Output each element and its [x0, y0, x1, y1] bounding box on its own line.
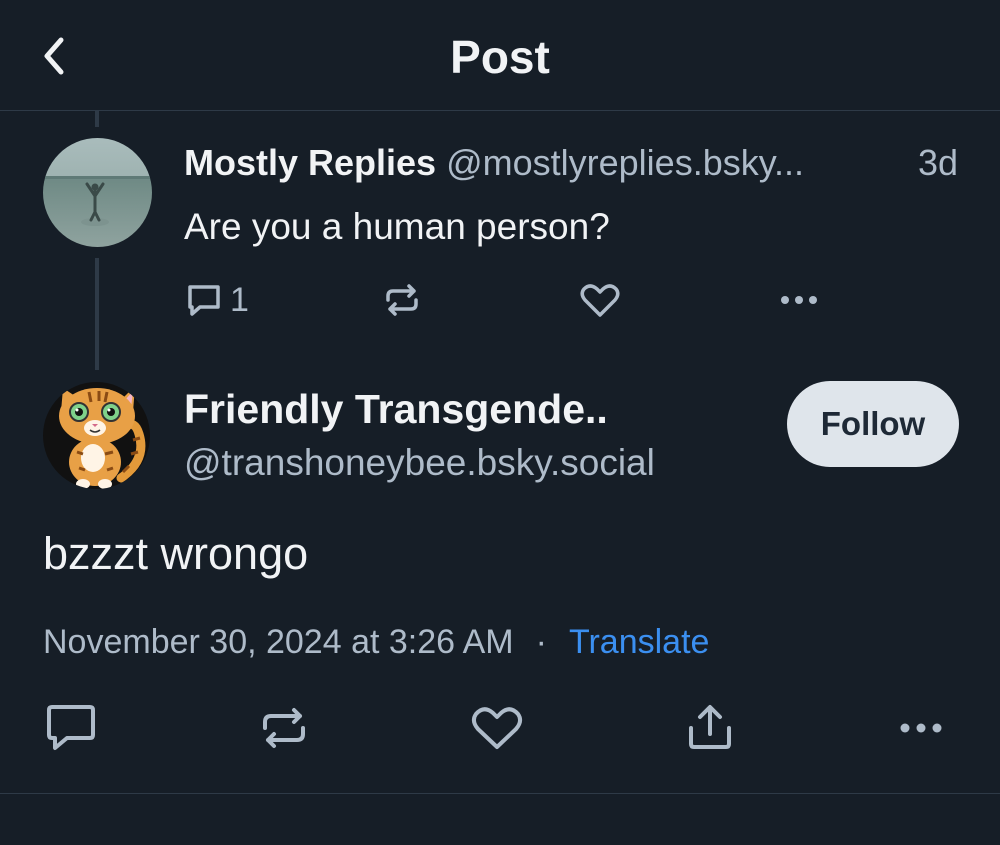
parent-like-button[interactable]: [579, 280, 621, 320]
parent-time[interactable]: 3d: [909, 140, 958, 186]
repost-icon: [263, 708, 305, 748]
page-title: Post: [450, 31, 550, 83]
more-horizontal-icon: [781, 296, 817, 304]
heart-icon: [471, 707, 523, 749]
post-timestamp: November 30, 2024 at 3:26 AM: [43, 623, 514, 661]
parent-repost-button[interactable]: [382, 280, 422, 320]
header-bar: Post: [0, 0, 1000, 111]
parent-more-button[interactable]: [774, 280, 824, 320]
post-text: bzzzt wrongo: [43, 528, 309, 579]
bottom-divider: [0, 793, 1000, 794]
parent-post-header: Mostly Replies @mostlyreplies.bsky... 3d: [184, 140, 974, 186]
comment-icon: [47, 705, 95, 750]
like-button[interactable]: [470, 704, 524, 752]
repost-button[interactable]: [258, 704, 310, 752]
post-meta: November 30, 2024 at 3:26 AM · Translate: [43, 620, 709, 664]
author-avatar[interactable]: [43, 382, 150, 489]
reply-button[interactable]: [45, 704, 97, 752]
parent-avatar[interactable]: [43, 138, 152, 247]
parent-handle[interactable]: @mostlyreplies.bsky...: [446, 142, 804, 183]
parent-reply-count: 1: [230, 280, 249, 319]
author-avatar-image: [43, 382, 150, 489]
parent-post-text: Are you a human person?: [184, 206, 610, 247]
parent-avatar-image: [43, 138, 152, 247]
follow-button[interactable]: Follow: [787, 381, 959, 467]
thread-line-connector: [95, 258, 99, 370]
parent-display-name[interactable]: Mostly Replies: [184, 142, 436, 183]
more-button[interactable]: [893, 708, 949, 748]
repost-icon: [386, 284, 418, 316]
heart-icon: [580, 284, 620, 317]
more-horizontal-icon: [900, 723, 942, 733]
meta-separator: ·: [535, 623, 547, 661]
thread-line-top: [95, 111, 99, 127]
translate-link[interactable]: Translate: [569, 623, 709, 661]
share-icon: [689, 705, 731, 749]
share-button[interactable]: [685, 702, 735, 752]
parent-reply-button[interactable]: 1: [184, 280, 249, 320]
author-handle[interactable]: @transhoneybee.bsky.social: [184, 440, 655, 486]
comment-icon: [188, 285, 220, 316]
author-display-name[interactable]: Friendly Transgende..: [184, 384, 608, 434]
